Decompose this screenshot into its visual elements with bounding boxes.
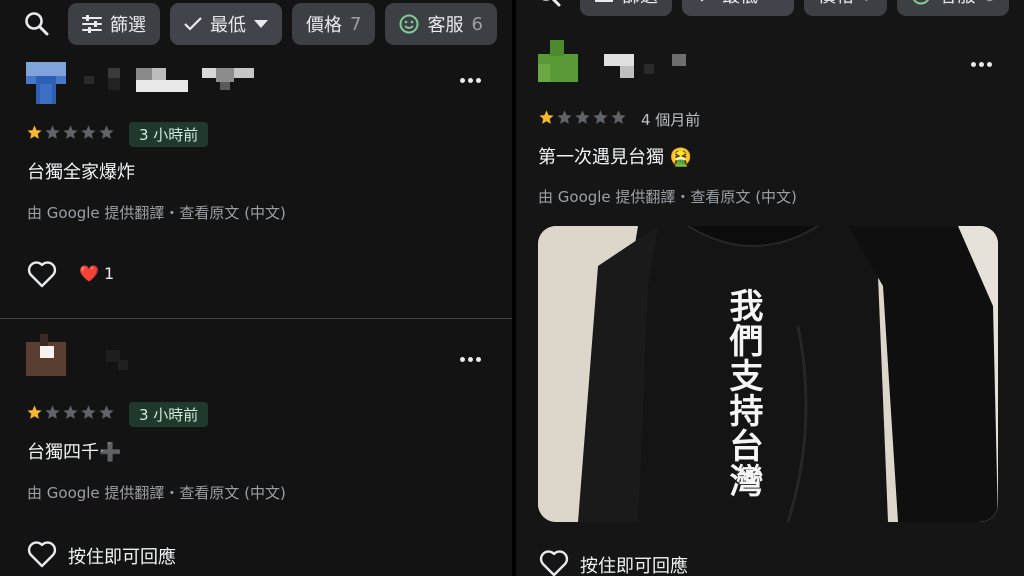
- red-heart-icon: ❤️: [79, 264, 99, 283]
- more-options-icon[interactable]: [968, 51, 994, 77]
- avatar[interactable]: [538, 40, 578, 82]
- price-chip[interactable]: 價格 7: [804, 0, 888, 16]
- heart-outline-icon[interactable]: [27, 260, 57, 288]
- price-label: 價格: [818, 0, 854, 8]
- hold-to-react-label[interactable]: 按住即可回應: [68, 543, 176, 569]
- service-count: 6: [983, 0, 994, 6]
- star-empty-icon: [557, 110, 572, 124]
- star-rating: [26, 124, 115, 141]
- review-card: 3 小時前 台獨四千➕ 由 Google 提供翻譯・查看原文 (中文) 按住即可…: [0, 318, 512, 576]
- right-review-panel: 篩選 最低 價格 7 客服 6 4 個月前 第一次遇見台獨 🤮 由 Google…: [516, 0, 1024, 576]
- filter-chip[interactable]: 篩選: [580, 0, 672, 16]
- more-options-icon[interactable]: [457, 67, 483, 93]
- star-empty-icon: [99, 125, 114, 139]
- review-text-line: 第一次遇見台獨 🤮: [538, 143, 692, 169]
- review-photo[interactable]: 我們支持台灣: [538, 226, 998, 522]
- sort-label: 最低: [722, 0, 758, 8]
- more-options-icon[interactable]: [457, 346, 483, 372]
- review-time: 3 小時前: [129, 122, 209, 147]
- star-filled-icon: [539, 110, 554, 124]
- star-empty-icon: [45, 405, 60, 419]
- star-empty-icon: [63, 125, 78, 139]
- hold-to-react-label[interactable]: 按住即可回應: [580, 552, 688, 576]
- reviewer-name-pixelated[interactable]: [78, 64, 258, 96]
- star-empty-icon: [81, 125, 96, 139]
- star-empty-icon: [81, 405, 96, 419]
- star-empty-icon: [99, 405, 114, 419]
- reaction-badge[interactable]: ❤️ 1: [79, 264, 114, 283]
- avatar[interactable]: [26, 334, 66, 376]
- star-empty-icon: [575, 110, 590, 124]
- star-empty-icon: [45, 125, 60, 139]
- service-label: 客服: [939, 0, 975, 8]
- star-filled-icon: [27, 405, 42, 419]
- reviewer-name-pixelated[interactable]: [596, 50, 696, 82]
- price-count: 7: [862, 0, 873, 6]
- check-icon: [700, 0, 704, 2]
- heart-outline-icon[interactable]: [27, 540, 57, 568]
- translation-note[interactable]: 由 Google 提供翻譯・查看原文 (中文): [27, 482, 286, 503]
- heart-outline-icon[interactable]: [539, 549, 569, 576]
- translation-note[interactable]: 由 Google 提供翻譯・查看原文 (中文): [538, 186, 797, 207]
- plus-emoji-icon: ➕: [99, 442, 122, 463]
- translation-note[interactable]: 由 Google 提供翻譯・查看原文 (中文): [27, 202, 286, 223]
- review-card: 3 小時前 台獨全家爆炸 由 Google 提供翻譯・查看原文 (中文) ❤️ …: [0, 0, 512, 318]
- vomit-emoji-icon: 🤮: [669, 147, 693, 168]
- review-text: 第一次遇見台獨: [538, 147, 664, 168]
- star-rating: [538, 109, 627, 126]
- sort-chip[interactable]: 最低: [682, 0, 794, 16]
- search-icon[interactable]: [536, 0, 562, 8]
- review-text-line: 台獨四千➕: [27, 438, 121, 464]
- tune-icon: [595, 0, 613, 2]
- filter-label: 篩選: [622, 0, 658, 8]
- review-time: 4 個月前: [641, 111, 701, 129]
- review-time: 3 小時前: [129, 402, 209, 427]
- review-text: 台獨全家爆炸: [27, 162, 135, 183]
- star-rating: [26, 404, 115, 421]
- review-text: 台獨四千: [27, 442, 99, 463]
- smile-icon: [913, 0, 930, 5]
- star-empty-icon: [593, 110, 608, 124]
- star-filled-icon: [27, 125, 42, 139]
- star-empty-icon: [611, 110, 626, 124]
- reviewer-name-pixelated[interactable]: [78, 344, 138, 376]
- shirt-print-text: 我們支持台灣: [723, 288, 763, 498]
- star-empty-icon: [63, 405, 78, 419]
- avatar[interactable]: [26, 62, 66, 104]
- service-chip[interactable]: 客服 6: [897, 0, 1009, 16]
- reaction-count: 1: [104, 264, 115, 283]
- left-review-panel: 篩選 最低 價格 7 客服 6 3 小時前 台獨全家爆炸 由 Google 提供…: [0, 0, 512, 576]
- filter-bar-partial: 篩選 最低 價格 7 客服 6: [516, 0, 1024, 19]
